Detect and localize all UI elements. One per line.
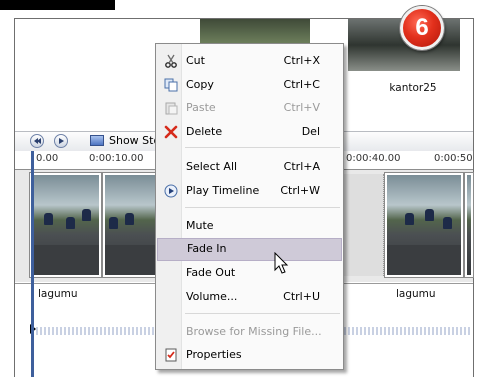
menu-item-play-timeline[interactable]: Play Timeline Ctrl+W [157, 181, 342, 201]
menu-item-delete[interactable]: Delete Del [157, 122, 342, 142]
delete-x-icon [164, 125, 178, 139]
menu-item-properties[interactable]: Properties [157, 345, 342, 365]
mouse-pointer-icon [274, 251, 290, 276]
menu-item-shortcut: Ctrl+X [283, 54, 320, 67]
menu-separator [185, 313, 340, 314]
show-storyboard-button[interactable]: Show Sto [109, 134, 160, 147]
play-timeline-button[interactable] [54, 134, 68, 148]
top-black-bar [0, 0, 115, 10]
menu-separator [185, 147, 340, 148]
menu-item-paste: Paste Ctrl+V [157, 98, 342, 118]
menu-item-fade-out[interactable]: Fade Out [157, 263, 342, 283]
audio-clip-label: lagumu [38, 288, 78, 300]
menu-item-shortcut: Ctrl+C [283, 78, 320, 91]
menu-item-label: Cut [186, 54, 205, 67]
video-clip[interactable] [102, 172, 158, 278]
ruler-tick: 0:00:10.00 [89, 153, 144, 164]
timeline-playhead[interactable] [31, 151, 34, 377]
audio-waveform[interactable] [344, 327, 472, 335]
menu-item-mute[interactable]: Mute [157, 216, 342, 236]
menu-separator [185, 207, 340, 208]
scissors-icon [164, 54, 178, 68]
menu-item-browse-missing-file: Browse for Missing File... [157, 322, 342, 342]
menu-item-shortcut: Del [301, 125, 320, 138]
rewind-icon [34, 138, 41, 144]
ruler-tick: 0:00:40.00 [346, 153, 401, 164]
paste-icon [164, 101, 178, 115]
video-clip[interactable] [29, 172, 102, 278]
step-number-badge: 6 [400, 6, 444, 50]
storyboard-icon[interactable] [90, 135, 104, 146]
menu-item-select-all[interactable]: Select All Ctrl+A [157, 157, 342, 177]
menu-item-label: Play Timeline [186, 184, 260, 197]
play-icon [59, 138, 64, 144]
menu-item-shortcut: Ctrl+V [283, 101, 320, 114]
transition-gap [342, 174, 384, 276]
collection-clip-label: kantor25 [389, 82, 437, 94]
ruler-tick: 0.00 [36, 153, 59, 164]
menu-item-label: Select All [186, 160, 238, 173]
menu-item-shortcut: Ctrl+W [280, 184, 320, 197]
menu-item-label: Volume... [186, 290, 238, 303]
menu-item-label: Mute [186, 219, 214, 232]
rewind-button[interactable] [30, 134, 44, 148]
menu-item-label: Properties [186, 348, 242, 361]
menu-item-label: Copy [186, 78, 214, 91]
menu-item-fade-in[interactable]: Fade In [157, 238, 342, 261]
video-clip[interactable] [464, 172, 474, 278]
menu-item-label: Delete [186, 125, 223, 138]
menu-item-label: Fade In [187, 242, 227, 255]
video-clip[interactable] [384, 172, 464, 278]
menu-item-label: Paste [186, 101, 216, 114]
copy-icon [164, 78, 178, 92]
menu-item-shortcut: Ctrl+U [283, 290, 320, 303]
audio-clip-label: lagumu [396, 288, 436, 300]
menu-item-shortcut: Ctrl+A [283, 160, 320, 173]
menu-item-cut[interactable]: Cut Ctrl+X [157, 51, 342, 71]
menu-item-label: Browse for Missing File... [186, 325, 322, 338]
play-icon [164, 184, 178, 198]
ruler-tick: 0:00:50 [434, 153, 473, 164]
properties-icon [164, 348, 178, 362]
menu-item-copy[interactable]: Copy Ctrl+C [157, 75, 342, 95]
menu-item-volume[interactable]: Volume... Ctrl+U [157, 287, 342, 307]
menu-item-label: Fade Out [186, 266, 236, 279]
audio-waveform[interactable] [36, 327, 156, 335]
